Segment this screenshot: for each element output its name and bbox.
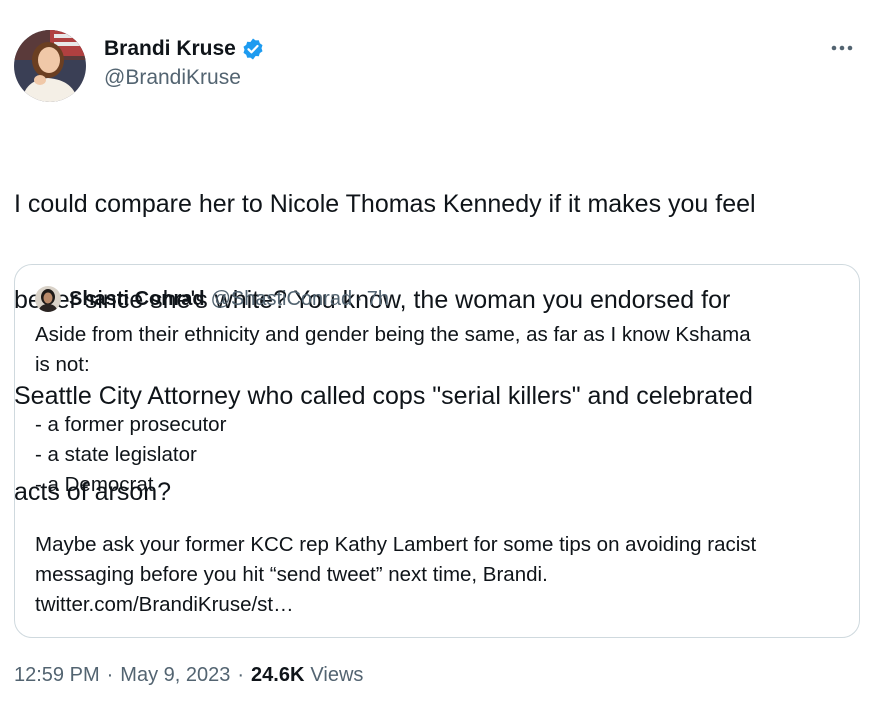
quoted-text-line: is not:	[35, 353, 90, 376]
quoted-text-line: - a Democrat	[35, 473, 154, 496]
quoted-tweet-text: Aside from their ethnicity and gender be…	[35, 320, 835, 620]
quoted-display-name[interactable]: Shasti Conrad	[69, 288, 205, 311]
quoted-handle[interactable]: @ShastiConrad	[211, 288, 352, 311]
more-options-icon[interactable]	[824, 36, 860, 60]
tweet-time[interactable]: 12:59 PM	[14, 664, 100, 687]
quoted-tweet[interactable]: Shasti Conrad @ShastiConrad · 7h Aside f…	[14, 264, 860, 638]
quoted-text-line: messaging before you hit “send tweet” ne…	[35, 563, 548, 586]
meta-separator: ·	[237, 664, 245, 686]
tweet-date[interactable]: May 9, 2023	[120, 664, 230, 687]
quoted-avatar[interactable]	[35, 286, 61, 312]
author-display-name[interactable]: Brandi Kruse	[104, 37, 236, 61]
views-label: Views	[310, 664, 364, 686]
avatar[interactable]	[14, 30, 86, 102]
tweet-meta: 12:59 PM · May 9, 2023 · 24.6K Views	[14, 664, 363, 687]
quoted-text-line: - a state legislator	[35, 443, 197, 466]
author-handle[interactable]: @BrandiKruse	[104, 66, 265, 90]
quoted-link[interactable]: twitter.com/BrandiKruse/st…	[35, 590, 835, 620]
tweet-header: Brandi Kruse @BrandiKruse	[14, 30, 868, 102]
quoted-text-line	[35, 380, 835, 410]
quoted-text-line	[35, 500, 835, 530]
quoted-separator: ·	[356, 287, 363, 310]
quoted-text-line: Aside from their ethnicity and gender be…	[35, 323, 751, 346]
quoted-tweet-header: Shasti Conrad @ShastiConrad · 7h	[35, 285, 389, 313]
tweet-text-line: I could compare her to Nicole Thomas Ken…	[14, 190, 756, 218]
views-count[interactable]: 24.6K	[251, 664, 304, 687]
quoted-text-line: Maybe ask your former KCC rep Kathy Lamb…	[35, 533, 757, 556]
quoted-timestamp[interactable]: 7h	[367, 288, 389, 311]
quoted-text-line: - a former prosecutor	[35, 413, 227, 436]
meta-separator: ·	[106, 664, 114, 686]
verified-badge-icon	[241, 37, 265, 61]
